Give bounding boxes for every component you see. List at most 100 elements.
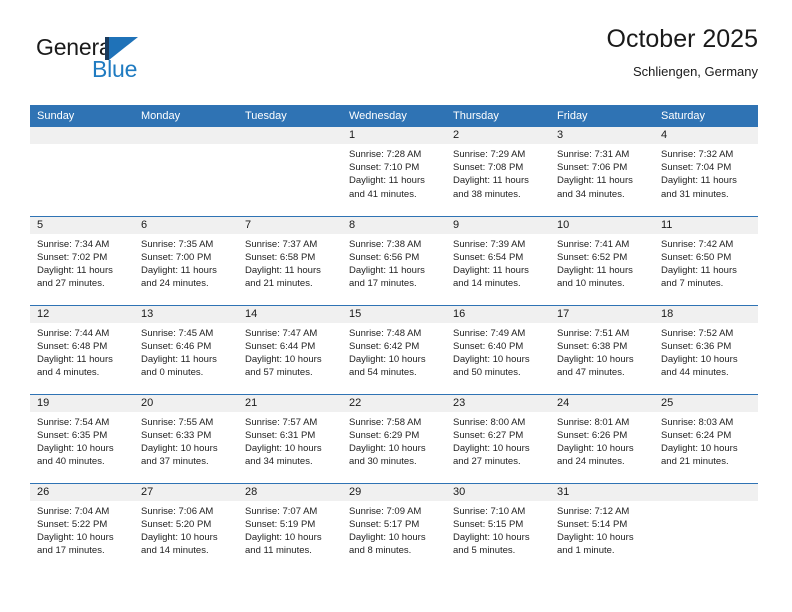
daylight-duration-line1: Daylight: 10 hours xyxy=(245,353,322,365)
day-cell[interactable]: 30 Sunrise: 7:10 AM Sunset: 5:15 PM Dayligh… xyxy=(446,482,550,572)
day-cell[interactable]: 4 Sunrise: 7:32 AM Sunset: 7:04 PM Daylight… xyxy=(654,127,758,216)
sunset-time: Sunset: 7:04 PM xyxy=(661,162,732,174)
day-cell[interactable]: 19 Sunrise: 7:54 AM Sunset: 6:35 PM Dayligh… xyxy=(30,393,134,483)
day-cell[interactable]: 14 Sunrise: 7:47 AM Sunset: 6:44 PM Dayligh… xyxy=(238,304,342,394)
sunset-time: Sunset: 6:48 PM xyxy=(37,340,108,352)
sunrise-time: Sunrise: 8:00 AM xyxy=(453,416,526,428)
day-cell[interactable]: 12 Sunrise: 7:44 AM Sunset: 6:48 PM Dayligh… xyxy=(30,304,134,394)
day-number xyxy=(134,127,238,144)
daylight-duration-line2: and 17 minutes. xyxy=(37,545,105,557)
day-cell[interactable]: 21 Sunrise: 7:57 AM Sunset: 6:31 PM Dayligh… xyxy=(238,393,342,483)
sunrise-time: Sunrise: 7:04 AM xyxy=(37,505,110,517)
sunset-time: Sunset: 6:33 PM xyxy=(141,429,212,441)
day-cell[interactable]: 16 Sunrise: 7:49 AM Sunset: 6:40 PM Dayligh… xyxy=(446,304,550,394)
day-cell[interactable]: 27 Sunrise: 7:06 AM Sunset: 5:20 PM Dayligh… xyxy=(134,482,238,572)
day-cell-empty xyxy=(654,482,758,572)
day-cell[interactable]: 5 Sunrise: 7:34 AM Sunset: 7:02 PM Daylight… xyxy=(30,215,134,305)
day-cell-empty xyxy=(134,127,238,216)
sunrise-time: Sunrise: 7:49 AM xyxy=(453,327,526,339)
sunrise-time: Sunrise: 7:34 AM xyxy=(37,238,110,250)
day-details: Sunrise: 7:06 AM Sunset: 5:20 PM Daylight:… xyxy=(134,501,238,558)
day-number: 1 xyxy=(342,127,446,144)
day-details: Sunrise: 8:00 AM Sunset: 6:27 PM Daylight:… xyxy=(446,412,550,469)
day-number: 25 xyxy=(654,394,758,412)
daylight-duration-line2: and 57 minutes. xyxy=(245,367,313,379)
daylight-duration-line1: Daylight: 10 hours xyxy=(349,353,426,365)
calendar-header-row: Sunday Monday Tuesday Wednesday Thursday Frid… xyxy=(30,105,758,127)
day-cell[interactable]: 31 Sunrise: 7:12 AM Sunset: 5:14 PM Dayligh… xyxy=(550,482,654,572)
sunrise-time: Sunrise: 7:41 AM xyxy=(557,238,630,250)
sunrise-time: Sunrise: 7:32 AM xyxy=(661,149,734,160)
day-cell[interactable]: 29 Sunrise: 7:09 AM Sunset: 5:17 PM Dayligh… xyxy=(342,482,446,572)
day-details: Sunrise: 7:57 AM Sunset: 6:31 PM Daylight:… xyxy=(238,412,342,469)
sunrise-time: Sunrise: 7:38 AM xyxy=(349,238,422,250)
day-cell[interactable]: 28 Sunrise: 7:07 AM Sunset: 5:19 PM Dayligh… xyxy=(238,482,342,572)
generalblue-logo[interactable]: General Blue xyxy=(30,34,250,90)
sunrise-time: Sunrise: 7:09 AM xyxy=(349,505,422,517)
sunset-time: Sunset: 6:26 PM xyxy=(557,429,628,441)
day-cell[interactable]: 8 Sunrise: 7:38 AM Sunset: 6:56 PM Daylight… xyxy=(342,215,446,305)
day-cell[interactable]: 3 Sunrise: 7:31 AM Sunset: 7:06 PM Daylight… xyxy=(550,127,654,216)
day-number: 26 xyxy=(30,483,134,501)
sunrise-time: Sunrise: 7:42 AM xyxy=(661,238,734,250)
daylight-duration-line2: and 27 minutes. xyxy=(453,456,521,468)
daylight-duration-line2: and 31 minutes. xyxy=(661,188,729,200)
daylight-duration-line1: Daylight: 10 hours xyxy=(661,442,738,454)
day-details: Sunrise: 7:48 AM Sunset: 6:42 PM Daylight:… xyxy=(342,323,446,380)
sunrise-time: Sunrise: 7:52 AM xyxy=(661,327,734,339)
day-number: 9 xyxy=(446,216,550,234)
sunset-time: Sunset: 7:02 PM xyxy=(37,251,108,263)
daylight-duration-line2: and 10 minutes. xyxy=(557,278,625,290)
day-cell-empty xyxy=(30,127,134,216)
sunset-time: Sunset: 5:14 PM xyxy=(557,518,628,530)
day-cell[interactable]: 26 Sunrise: 7:04 AM Sunset: 5:22 PM Dayligh… xyxy=(30,482,134,572)
day-details: Sunrise: 7:51 AM Sunset: 6:38 PM Daylight:… xyxy=(550,323,654,380)
day-cell[interactable]: 18 Sunrise: 7:52 AM Sunset: 6:36 PM Dayligh… xyxy=(654,304,758,394)
day-cell[interactable]: 15 Sunrise: 7:48 AM Sunset: 6:42 PM Dayligh… xyxy=(342,304,446,394)
day-cell[interactable]: 7 Sunrise: 7:37 AM Sunset: 6:58 PM Daylight… xyxy=(238,215,342,305)
day-details: Sunrise: 7:55 AM Sunset: 6:33 PM Daylight:… xyxy=(134,412,238,469)
calendar-week-row: 19 Sunrise: 7:54 AM Sunset: 6:35 PM Dayligh… xyxy=(30,393,758,483)
day-details: Sunrise: 7:39 AM Sunset: 6:54 PM Daylight:… xyxy=(446,234,550,291)
daylight-duration-line2: and 41 minutes. xyxy=(349,188,417,200)
weekday-header-thursday: Thursday xyxy=(446,105,550,127)
day-number: 14 xyxy=(238,305,342,323)
day-cell[interactable]: 11 Sunrise: 7:42 AM Sunset: 6:50 PM Dayligh… xyxy=(654,215,758,305)
sunset-time: Sunset: 7:00 PM xyxy=(141,251,212,263)
sunset-time: Sunset: 6:35 PM xyxy=(37,429,108,441)
day-cell[interactable]: 1 Sunrise: 7:28 AM Sunset: 7:10 PM Daylight… xyxy=(342,127,446,216)
page-title: October 2025 xyxy=(606,25,759,53)
day-cell[interactable]: 24 Sunrise: 8:01 AM Sunset: 6:26 PM Dayligh… xyxy=(550,393,654,483)
day-cell[interactable]: 20 Sunrise: 7:55 AM Sunset: 6:33 PM Dayligh… xyxy=(134,393,238,483)
day-details: Sunrise: 7:42 AM Sunset: 6:50 PM Daylight:… xyxy=(654,234,758,291)
day-cell[interactable]: 13 Sunrise: 7:45 AM Sunset: 6:46 PM Dayligh… xyxy=(134,304,238,394)
daylight-duration-line2: and 24 minutes. xyxy=(557,456,625,468)
day-cell[interactable]: 22 Sunrise: 7:58 AM Sunset: 6:29 PM Dayligh… xyxy=(342,393,446,483)
sunrise-time: Sunrise: 8:01 AM xyxy=(557,416,630,428)
day-cell[interactable]: 17 Sunrise: 7:51 AM Sunset: 6:38 PM Dayligh… xyxy=(550,304,654,394)
day-cell[interactable]: 2 Sunrise: 7:29 AM Sunset: 7:08 PM Daylight… xyxy=(446,127,550,216)
day-number: 8 xyxy=(342,216,446,234)
daylight-duration-line1: Daylight: 11 hours xyxy=(557,264,633,276)
day-cell[interactable]: 23 Sunrise: 8:00 AM Sunset: 6:27 PM Dayligh… xyxy=(446,393,550,483)
day-cell[interactable]: 10 Sunrise: 7:41 AM Sunset: 6:52 PM Dayligh… xyxy=(550,215,654,305)
day-cell[interactable]: 6 Sunrise: 7:35 AM Sunset: 7:00 PM Daylight… xyxy=(134,215,238,305)
day-number: 30 xyxy=(446,483,550,501)
day-cell[interactable]: 9 Sunrise: 7:39 AM Sunset: 6:54 PM Daylight… xyxy=(446,215,550,305)
daylight-duration-line2: and 5 minutes. xyxy=(453,545,516,557)
sunrise-time: Sunrise: 7:45 AM xyxy=(141,327,214,339)
weekday-header-saturday: Saturday xyxy=(654,105,758,127)
day-details: Sunrise: 7:45 AM Sunset: 6:46 PM Daylight:… xyxy=(134,323,238,380)
sunset-time: Sunset: 5:15 PM xyxy=(453,518,524,530)
day-details: Sunrise: 8:03 AM Sunset: 6:24 PM Daylight:… xyxy=(654,412,758,469)
day-details: Sunrise: 7:52 AM Sunset: 6:36 PM Daylight:… xyxy=(654,323,758,380)
sunset-time: Sunset: 6:46 PM xyxy=(141,340,212,352)
day-details: Sunrise: 7:49 AM Sunset: 6:40 PM Daylight:… xyxy=(446,323,550,380)
daylight-duration-line2: and 40 minutes. xyxy=(37,456,105,468)
sunrise-time: Sunrise: 7:07 AM xyxy=(245,505,318,517)
daylight-duration-line2: and 17 minutes. xyxy=(349,278,417,290)
day-cell[interactable]: 25 Sunrise: 8:03 AM Sunset: 6:24 PM Dayligh… xyxy=(654,393,758,483)
sunrise-time: Sunrise: 7:28 AM xyxy=(349,149,422,160)
daylight-duration-line2: and 14 minutes. xyxy=(141,545,209,557)
daylight-duration-line1: Daylight: 10 hours xyxy=(141,531,218,543)
